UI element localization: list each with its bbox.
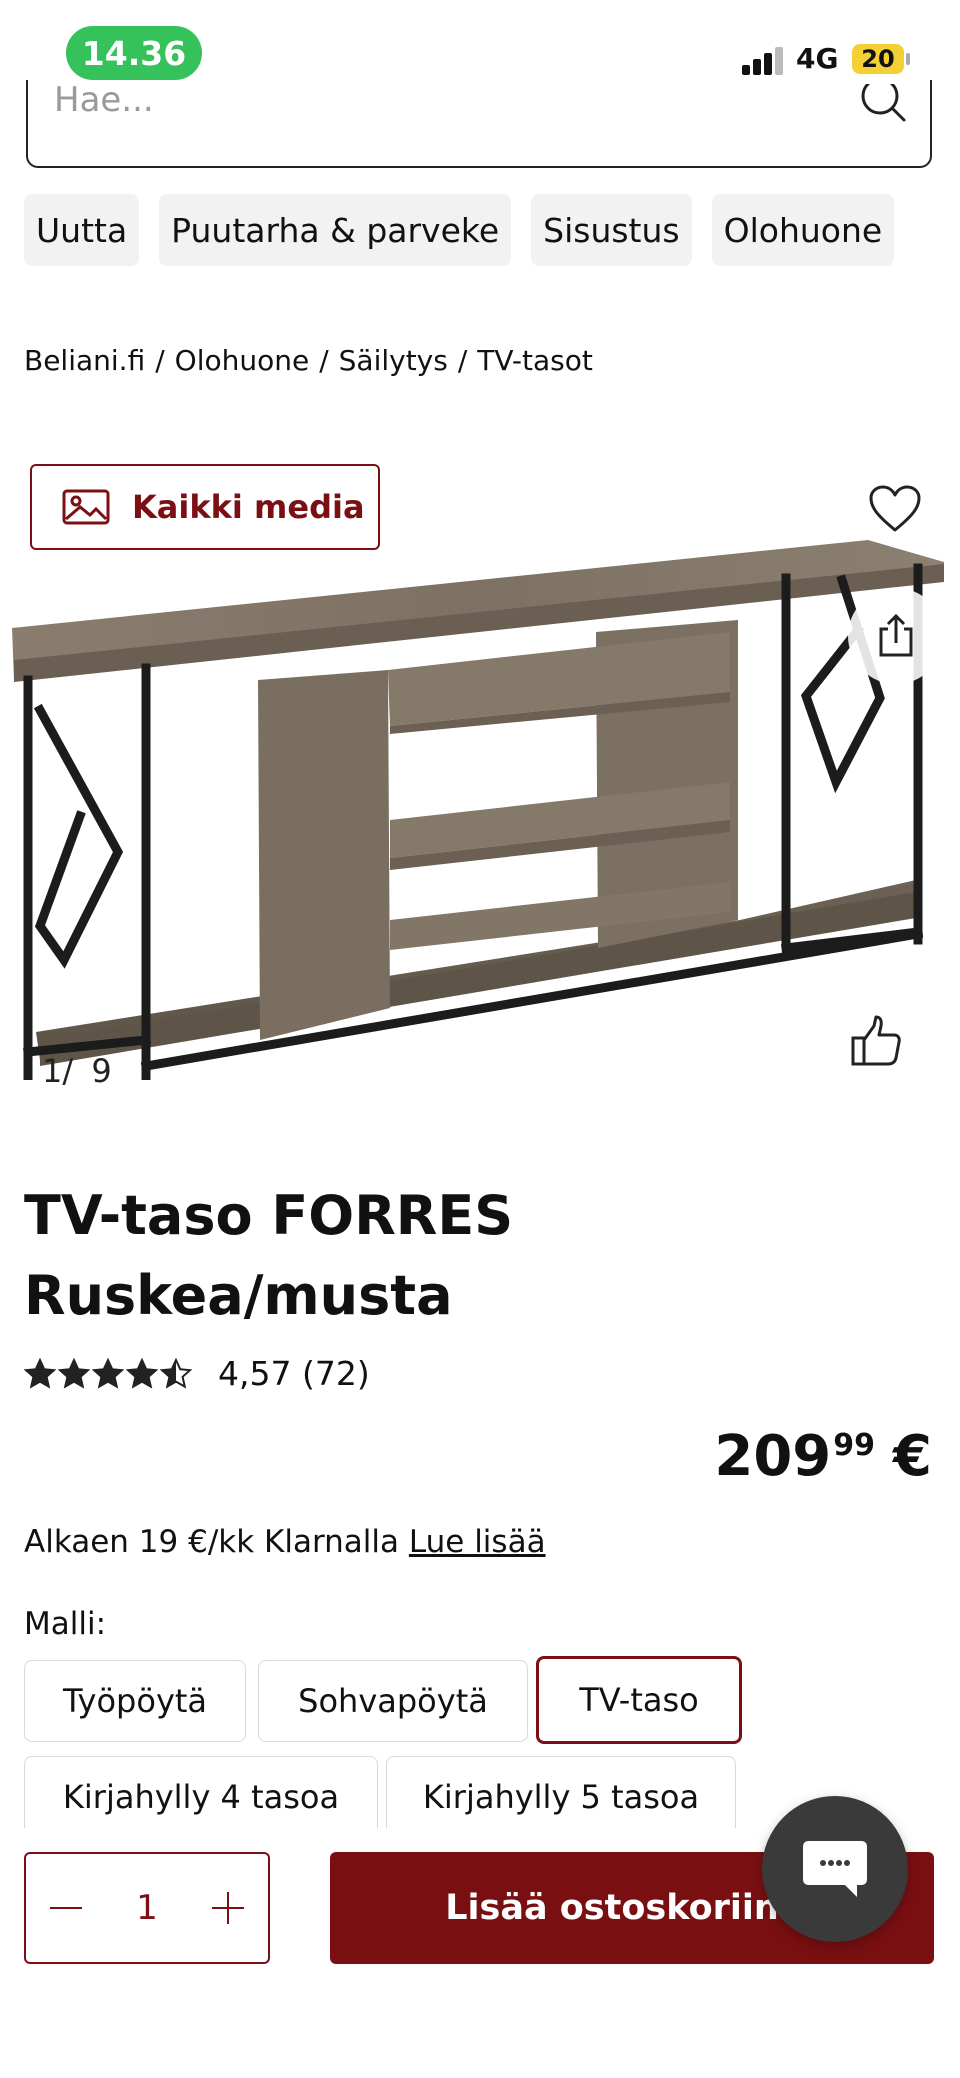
breadcrumb-separator: / <box>319 344 329 377</box>
thumbs-up-icon[interactable] <box>850 1014 902 1068</box>
price-currency: € <box>893 1424 932 1489</box>
rating-text: 4,57 (72) <box>218 1354 370 1393</box>
chat-button[interactable] <box>762 1796 908 1942</box>
model-option-kirjahylly-4[interactable]: Kirjahylly 4 tasoa <box>24 1756 378 1838</box>
heart-icon[interactable] <box>868 484 922 534</box>
breadcrumb-link[interactable]: Beliani.fi <box>24 344 145 377</box>
network-type: 4G <box>796 42 839 75</box>
search-bar[interactable] <box>26 80 932 168</box>
quantity-stepper: 1 <box>24 1852 270 1964</box>
image-icon <box>62 489 110 525</box>
all-media-label: Kaikki media <box>132 488 365 526</box>
breadcrumb-link[interactable]: Olohuone <box>175 344 310 377</box>
share-button[interactable] <box>848 588 944 684</box>
chat-icon <box>803 1841 867 1897</box>
product-title-line1: TV-taso FORRES <box>24 1184 514 1247</box>
status-time: 14.36 <box>66 26 202 80</box>
model-option-tyopoyta[interactable]: Työpöytä <box>24 1660 246 1742</box>
star-icon <box>24 1357 56 1389</box>
minus-icon[interactable] <box>46 1888 86 1928</box>
search-icon[interactable] <box>858 84 912 138</box>
all-media-button[interactable]: Kaikki media <box>30 464 380 550</box>
model-option-tv-taso[interactable]: TV-taso <box>536 1656 742 1744</box>
star-icon <box>58 1357 90 1389</box>
product-gallery[interactable]: Kaikki media 1/ 9 <box>0 440 960 1120</box>
klarna-text: Alkaen 19 €/kk Klarnalla <box>24 1524 400 1560</box>
product-rating[interactable]: 4,57 (72) <box>24 1354 370 1393</box>
star-icon <box>92 1357 124 1389</box>
signal-icon <box>742 45 786 75</box>
search-input[interactable] <box>54 80 814 130</box>
star-icon <box>160 1357 192 1389</box>
breadcrumb-link[interactable]: Säilytys <box>339 344 448 377</box>
breadcrumb-link[interactable]: TV-tasot <box>477 344 593 377</box>
category-chip-uutta[interactable]: Uutta <box>24 194 140 266</box>
model-label: Malli: <box>24 1606 107 1642</box>
klarna-info: Alkaen 19 €/kk Klarnalla Lue lisää <box>24 1524 546 1560</box>
gallery-counter: 1/ 9 <box>42 1052 112 1090</box>
quantity-value[interactable]: 1 <box>136 1888 158 1928</box>
product-price: 209 99 € <box>714 1424 932 1490</box>
battery-tip <box>906 53 910 65</box>
star-rating <box>24 1357 192 1390</box>
breadcrumb: Beliani.fi / Olohuone / Säilytys / TV-ta… <box>24 344 593 377</box>
model-option-kirjahylly-5[interactable]: Kirjahylly 5 tasoa <box>386 1756 736 1838</box>
product-title: TV-taso FORRES Ruskea/musta <box>24 1176 904 1336</box>
category-chip-sisustus[interactable]: Sisustus <box>531 194 692 266</box>
breadcrumb-separator: / <box>457 344 468 377</box>
share-icon <box>879 613 913 657</box>
battery-icon: 20 <box>852 44 904 74</box>
category-chip-puutarha[interactable]: Puutarha & parveke <box>159 194 512 266</box>
klarna-read-more-link[interactable]: Lue lisää <box>409 1524 546 1560</box>
product-title-line2: Ruskea/musta <box>24 1264 453 1327</box>
breadcrumb-separator: / <box>155 344 165 377</box>
price-decimals: 99 <box>833 1428 876 1463</box>
category-nav: Uutta Puutarha & parveke Sisustus Olohuo… <box>24 194 895 266</box>
star-icon <box>126 1357 158 1389</box>
price-integer: 209 <box>714 1424 832 1489</box>
plus-icon[interactable] <box>208 1888 248 1928</box>
category-chip-olohuone[interactable]: Olohuone <box>711 194 895 266</box>
product-image[interactable] <box>0 520 960 1080</box>
model-option-sohvapoyta[interactable]: Sohvapöytä <box>258 1660 528 1742</box>
